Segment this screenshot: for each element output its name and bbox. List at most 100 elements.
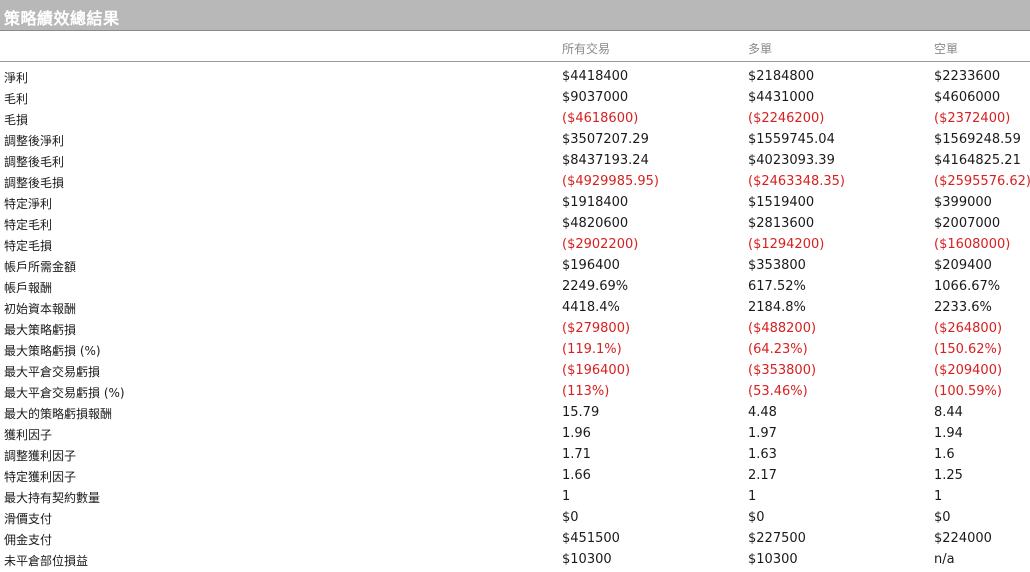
row-label: 最大策略虧損 (%)	[4, 344, 101, 358]
cell-all-trades: $3507207.29	[562, 132, 649, 147]
cell-all-trades: 1.71	[562, 447, 591, 462]
row-label: 滑價支付	[4, 512, 53, 526]
table-row: 調整後毛損 ($4929985.95) ($2463348.35) ($2595576…	[0, 172, 1030, 193]
cell-all-trades: 1	[562, 489, 571, 504]
cell-all-trades: (113%)	[562, 384, 610, 399]
cell-short: $1569248.59	[934, 132, 1021, 147]
cell-all-trades: $9037000	[562, 90, 629, 105]
cell-long: ($2463348.35)	[748, 174, 845, 189]
cell-long: ($488200)	[748, 321, 817, 336]
cell-all-trades: 4418.4%	[562, 300, 620, 315]
cell-all-trades: ($196400)	[562, 363, 631, 378]
cell-short: 1	[934, 489, 943, 504]
cell-long: $227500	[748, 531, 806, 546]
table-row: 特定淨利 $1918400 $1519400 $399000	[0, 193, 1030, 214]
cell-all-trades: $196400	[562, 258, 620, 273]
cell-short: $0	[934, 510, 951, 525]
table-row: 毛損 ($4618600) ($2246200) ($2372400)	[0, 109, 1030, 130]
cell-long: $2184800	[748, 69, 815, 84]
cell-all-trades: $1918400	[562, 195, 629, 210]
cell-all-trades: ($2902200)	[562, 237, 639, 252]
cell-all-trades: ($4618600)	[562, 111, 639, 126]
cell-long: ($1294200)	[748, 237, 825, 252]
cell-long: $1559745.04	[748, 132, 835, 147]
cell-short: 8.44	[934, 405, 963, 420]
cell-all-trades: ($4929985.95)	[562, 174, 659, 189]
table-header: 所有交易 多單 空單	[0, 32, 1030, 62]
cell-long: $0	[748, 510, 765, 525]
cell-long: $2813600	[748, 216, 815, 231]
row-label: 最大平倉交易虧損 (%)	[4, 386, 125, 400]
table-row: 佣金支付 $451500 $227500 $224000	[0, 529, 1030, 550]
cell-short: n/a	[934, 552, 955, 567]
cell-short: $4164825.21	[934, 153, 1021, 168]
title-bar: 策略績效總結果	[0, 0, 1030, 31]
cell-short: 1066.67%	[934, 279, 1001, 294]
cell-short: ($264800)	[934, 321, 1003, 336]
cell-all-trades: 1.66	[562, 468, 591, 483]
table-row: 未平倉部位損益 $10300 $10300 n/a	[0, 550, 1030, 571]
cell-long: $4023093.39	[748, 153, 835, 168]
cell-short: 1.25	[934, 468, 963, 483]
cell-all-trades: $4820600	[562, 216, 629, 231]
cell-all-trades: $8437193.24	[562, 153, 649, 168]
cell-long: 4.48	[748, 405, 777, 420]
cell-long: 2.17	[748, 468, 777, 483]
results-table: 淨利 $4418400 $2184800 $2233600 毛利 $9037000 $443…	[0, 67, 1030, 571]
table-row: 最大策略虧損 (%) (119.1%) (64.23%) (150.62%)	[0, 340, 1030, 361]
cell-short: (150.62%)	[934, 342, 1002, 357]
table-row: 最大平倉交易虧損 (%) (113%) (53.46%) (100.59%)	[0, 382, 1030, 403]
cell-short: (100.59%)	[934, 384, 1002, 399]
table-row: 帳戶報酬 2249.69% 617.52% 1066.67%	[0, 277, 1030, 298]
cell-short: $4606000	[934, 90, 1001, 105]
cell-all-trades: $0	[562, 510, 579, 525]
cell-short: ($1608000)	[934, 237, 1011, 252]
row-label: 未平倉部位損益	[4, 554, 89, 568]
cell-all-trades: (119.1%)	[562, 342, 622, 357]
row-label: 獲利因子	[4, 428, 53, 442]
cell-all-trades: $10300	[562, 552, 612, 567]
cell-all-trades: $4418400	[562, 69, 629, 84]
cell-long: (64.23%)	[748, 342, 808, 357]
row-label: 最大持有契約數量	[4, 491, 101, 505]
cell-long: ($2246200)	[748, 111, 825, 126]
cell-all-trades: 1.96	[562, 426, 591, 441]
cell-short: ($209400)	[934, 363, 1003, 378]
row-label: 淨利	[4, 71, 29, 85]
cell-short: 2233.6%	[934, 300, 992, 315]
row-label: 毛損	[4, 113, 29, 127]
table-row: 初始資本報酬 4418.4% 2184.8% 2233.6%	[0, 298, 1030, 319]
cell-short: $224000	[934, 531, 992, 546]
column-header-all-trades: 所有交易	[562, 42, 611, 56]
cell-short: $2233600	[934, 69, 1001, 84]
row-label: 帳戶報酬	[4, 281, 53, 295]
row-label: 帳戶所需金額	[4, 260, 77, 274]
table-row: 特定毛利 $4820600 $2813600 $2007000	[0, 214, 1030, 235]
cell-long: 1.63	[748, 447, 777, 462]
row-label: 毛利	[4, 92, 29, 106]
cell-short: 1.94	[934, 426, 963, 441]
cell-short: 1.6	[934, 447, 955, 462]
table-row: 最大的策略虧損報酬 15.79 4.48 8.44	[0, 403, 1030, 424]
row-label: 調整後淨利	[4, 134, 65, 148]
row-label: 調整獲利因子	[4, 449, 77, 463]
row-label: 最大策略虧損	[4, 323, 77, 337]
cell-long: ($353800)	[748, 363, 817, 378]
cell-all-trades: 2249.69%	[562, 279, 629, 294]
row-label: 調整後毛利	[4, 155, 65, 169]
cell-long: $1519400	[748, 195, 815, 210]
cell-short: ($2595576.62)	[934, 174, 1030, 189]
table-row: 特定獲利因子 1.66 2.17 1.25	[0, 466, 1030, 487]
row-label: 特定獲利因子	[4, 470, 77, 484]
cell-long: $10300	[748, 552, 798, 567]
cell-short: $2007000	[934, 216, 1001, 231]
row-label: 特定毛利	[4, 218, 53, 232]
table-row: 毛利 $9037000 $4431000 $4606000	[0, 88, 1030, 109]
table-row: 最大持有契約數量 1 1 1	[0, 487, 1030, 508]
cell-long: $4431000	[748, 90, 815, 105]
row-label: 特定淨利	[4, 197, 53, 211]
table-row: 帳戶所需金額 $196400 $353800 $209400	[0, 256, 1030, 277]
table-row: 調整後毛利 $8437193.24 $4023093.39 $4164825.21	[0, 151, 1030, 172]
row-label: 佣金支付	[4, 533, 53, 547]
column-header-long: 多單	[748, 42, 773, 56]
